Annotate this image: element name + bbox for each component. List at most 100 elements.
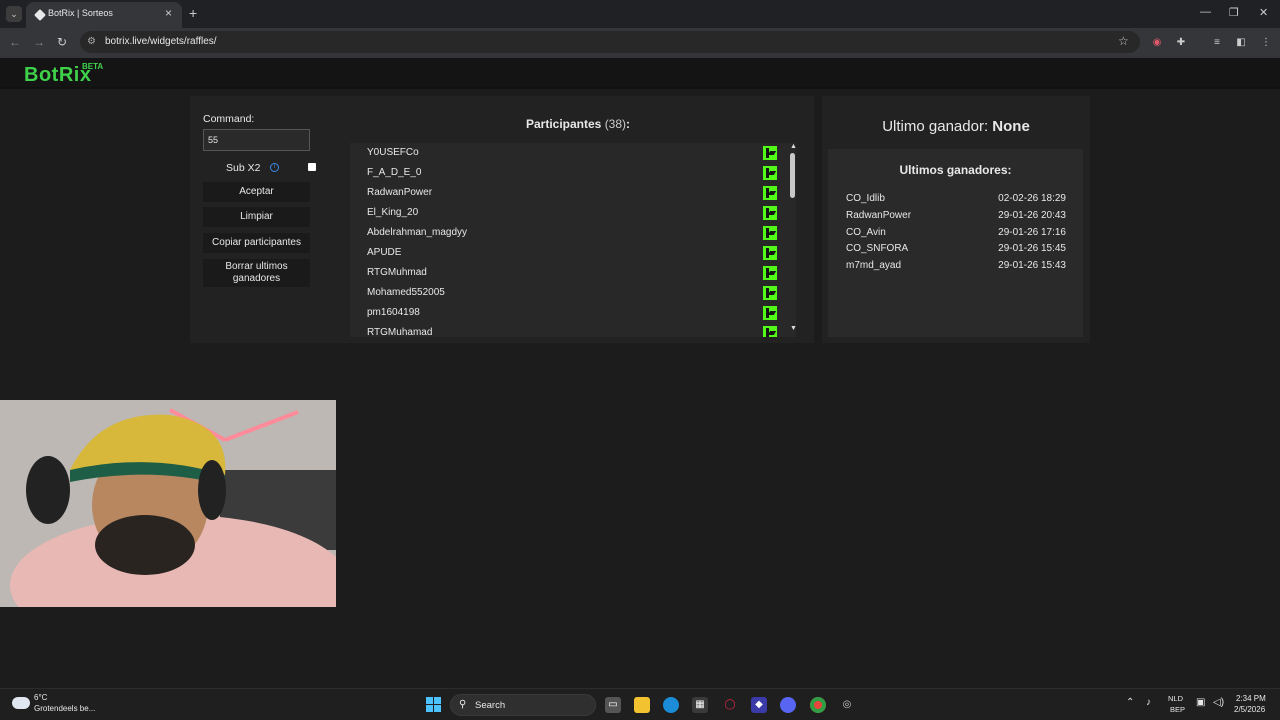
taskbar-search[interactable]: ⚲ Search xyxy=(450,694,596,716)
browser-tab[interactable]: BotRix | Sorteos × xyxy=(26,2,182,28)
language-code[interactable]: NLD xyxy=(1168,694,1183,703)
raffle-panel: Command: Sub X2 i Aceptar Limpiar Copiar… xyxy=(190,96,814,343)
edge-icon[interactable] xyxy=(663,697,679,713)
obs-icon[interactable]: ◎ xyxy=(839,697,855,713)
opera-icon[interactable]: ◯ xyxy=(722,697,738,713)
participant-row[interactable]: Y0USEFCo xyxy=(350,143,780,163)
winner-row: CO_SNFORA 29-01-26 15:45 xyxy=(846,243,1066,259)
winner-row: CO_Idlib 02-02-26 18:29 xyxy=(846,193,1066,209)
participant-row[interactable]: Abdelrahman_magdyy xyxy=(350,223,780,243)
site-info-icon[interactable]: ⚙ xyxy=(87,36,96,47)
winner-name: CO_Avin xyxy=(846,227,886,238)
participants-heading: Participantes (38): xyxy=(350,117,806,131)
participant-row[interactable]: Mohamed552005 xyxy=(350,283,780,303)
participants-count: (38) xyxy=(604,117,627,131)
bookmark-star-icon[interactable]: ☆ xyxy=(1118,34,1129,48)
discord-icon[interactable] xyxy=(780,697,796,713)
participant-name: RTGMuhmad xyxy=(367,267,427,278)
clock-time[interactable]: 2:34 PM xyxy=(1236,694,1266,703)
site-header: BotRix BETA xyxy=(0,58,1280,89)
participant-row[interactable]: RTGMuhmad xyxy=(350,263,780,283)
kick-icon xyxy=(763,226,777,240)
sub-x2-checkbox[interactable] xyxy=(308,163,316,171)
extension-record-icon[interactable]: ◉ xyxy=(1150,36,1164,50)
close-window-icon[interactable]: ✕ xyxy=(1259,6,1268,19)
scroll-down-icon[interactable]: ▼ xyxy=(790,325,796,332)
participant-name: F_A_D_E_0 xyxy=(367,167,422,178)
chrome-icon[interactable] xyxy=(810,697,826,713)
participants-colon: : xyxy=(626,117,631,131)
extensions-puzzle-icon[interactable]: ✚ xyxy=(1174,36,1188,50)
participant-row[interactable]: F_A_D_E_0 xyxy=(350,163,780,183)
search-icon: ⚲ xyxy=(459,699,467,710)
webcam-person-image xyxy=(0,400,336,607)
command-input[interactable] xyxy=(203,129,310,151)
browser-toolbar: ← → ↻ ⚙ botrix.live/widgets/raffles/ ☆ ◉… xyxy=(0,28,1280,58)
participant-name: Y0USEFCo xyxy=(367,147,419,158)
participant-row[interactable]: APUDE xyxy=(350,243,780,263)
webcam-overlay xyxy=(0,400,336,607)
media-queue-icon[interactable]: ≡ xyxy=(1210,36,1224,50)
app-icon[interactable]: ◆ xyxy=(751,697,767,713)
start-menu-icon[interactable] xyxy=(426,697,442,713)
delete-last-winners-button[interactable]: Borrar ultimos ganadores xyxy=(203,259,310,287)
tab-close-icon[interactable]: × xyxy=(165,6,172,20)
profile-icon[interactable]: ◧ xyxy=(1234,36,1248,50)
scroll-up-icon[interactable]: ▲ xyxy=(790,143,796,150)
weather-cloud-icon[interactable] xyxy=(12,697,30,709)
participant-row[interactable]: RTGMuhamad xyxy=(350,323,780,337)
last-winner-label: Ultimo ganador: xyxy=(882,118,989,135)
address-bar[interactable]: ⚙ botrix.live/widgets/raffles/ ☆ xyxy=(80,31,1140,53)
volume-icon[interactable]: ◁) xyxy=(1213,697,1224,708)
back-icon[interactable]: ← xyxy=(9,35,21,49)
participant-name: El_King_20 xyxy=(367,207,419,218)
file-explorer-icon[interactable] xyxy=(634,697,650,713)
clock-date[interactable]: 2/5/2026 xyxy=(1234,705,1265,714)
forward-icon[interactable]: → xyxy=(33,35,45,49)
minimize-icon[interactable]: — xyxy=(1200,6,1211,18)
winner-row: m7md_ayad 29-01-26 15:43 xyxy=(846,260,1066,276)
participants-title: Participantes xyxy=(525,117,602,131)
winner-date: 02-02-26 18:29 xyxy=(998,193,1066,204)
scroll-thumb[interactable] xyxy=(790,153,795,198)
kick-icon xyxy=(763,326,777,337)
browser-tab-bar: ⌄ BotRix | Sorteos × + — ❐ ✕ xyxy=(0,0,1280,28)
network-icon[interactable]: ▣ xyxy=(1196,697,1205,708)
url-text[interactable]: botrix.live/widgets/raffles/ xyxy=(105,36,217,47)
info-icon[interactable]: i xyxy=(270,163,279,172)
new-tab-icon[interactable]: + xyxy=(189,5,197,21)
clear-button[interactable]: Limpiar xyxy=(203,207,310,227)
kick-icon xyxy=(763,306,777,320)
kick-icon xyxy=(763,166,777,180)
windows-taskbar: 6°C Grotendeels be... ⚲ Search ▭ ▦ ◯ ◆ ◎… xyxy=(0,688,1280,720)
reload-icon[interactable]: ↻ xyxy=(57,35,67,49)
tab-search-dropdown-icon[interactable]: ⌄ xyxy=(6,6,22,22)
winner-name: CO_SNFORA xyxy=(846,243,909,254)
kick-icon xyxy=(763,206,777,220)
kick-icon xyxy=(763,246,777,260)
participants-scrollbar[interactable]: ▲ ▼ xyxy=(790,143,796,337)
weather-temperature[interactable]: 6°C xyxy=(34,693,47,702)
winner-name: m7md_ayad xyxy=(846,260,902,271)
participant-name: Abdelrahman_magdyy xyxy=(367,227,468,238)
winner-date: 29-01-26 17:16 xyxy=(998,227,1066,238)
participant-row[interactable]: pm1604198 xyxy=(350,303,780,323)
restore-icon[interactable]: ❐ xyxy=(1229,6,1239,19)
winner-date: 29-01-26 15:45 xyxy=(998,243,1066,254)
kick-icon xyxy=(763,286,777,300)
store-icon[interactable]: ▦ xyxy=(692,697,708,713)
copy-participants-button[interactable]: Copiar participantes xyxy=(203,233,310,253)
participant-name: APUDE xyxy=(367,247,402,258)
participant-row[interactable]: El_King_20 xyxy=(350,203,780,223)
keyboard-layout[interactable]: BEP xyxy=(1170,705,1185,714)
microphone-icon[interactable]: ♪ xyxy=(1146,697,1151,708)
task-view-icon[interactable]: ▭ xyxy=(605,697,621,713)
participant-row[interactable]: RadwanPower xyxy=(350,183,780,203)
accept-button[interactable]: Aceptar xyxy=(203,182,310,202)
winner-date: 29-01-26 20:43 xyxy=(998,210,1066,221)
participants-list[interactable]: Y0USEFCo F_A_D_E_0 RadwanPower El_King_2… xyxy=(350,143,796,337)
tray-overflow-icon[interactable]: ⌃ xyxy=(1126,697,1134,708)
browser-menu-icon[interactable]: ⋮ xyxy=(1259,36,1273,50)
participant-name: pm1604198 xyxy=(367,307,420,318)
weather-description[interactable]: Grotendeels be... xyxy=(34,704,95,713)
